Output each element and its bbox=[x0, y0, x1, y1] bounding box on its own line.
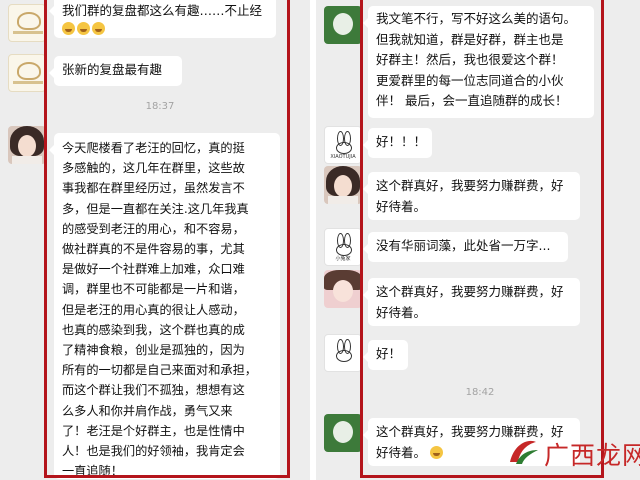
rabbit-avatar[interactable] bbox=[324, 334, 362, 372]
girl-avatar[interactable] bbox=[8, 126, 46, 164]
right-chat-screenshot: 我文笔不行，写不好这么美的语句。 但我就知道，群是好群，群主也是 好群主！然后，… bbox=[316, 0, 640, 480]
rabbit-label: XIAOTUJIA bbox=[330, 154, 356, 160]
flower-avatar[interactable] bbox=[324, 6, 362, 44]
watermark: 广西龙网 bbox=[506, 432, 640, 472]
group-logo-avatar[interactable] bbox=[8, 4, 46, 42]
highlight-frame bbox=[44, 0, 290, 478]
rabbit-avatar[interactable]: 小兔家 bbox=[324, 228, 362, 266]
flower-avatar[interactable] bbox=[324, 414, 362, 452]
girl-avatar[interactable] bbox=[324, 166, 362, 204]
highlight-frame bbox=[360, 0, 604, 478]
group-logo-avatar[interactable] bbox=[8, 54, 46, 92]
watermark-text: 广西龙网 bbox=[544, 441, 640, 470]
left-chat-screenshot: 我们群的复盘都这么有趣……不止经 张新的复盘最有趣 18:37 今天爬楼看了老汪… bbox=[0, 0, 310, 480]
watermark-logo-icon bbox=[510, 440, 538, 464]
pink-girl-avatar[interactable] bbox=[324, 270, 362, 308]
rabbit-avatar[interactable]: XIAOTUJIA bbox=[324, 126, 362, 164]
rabbit-label: 小兔家 bbox=[335, 256, 351, 262]
